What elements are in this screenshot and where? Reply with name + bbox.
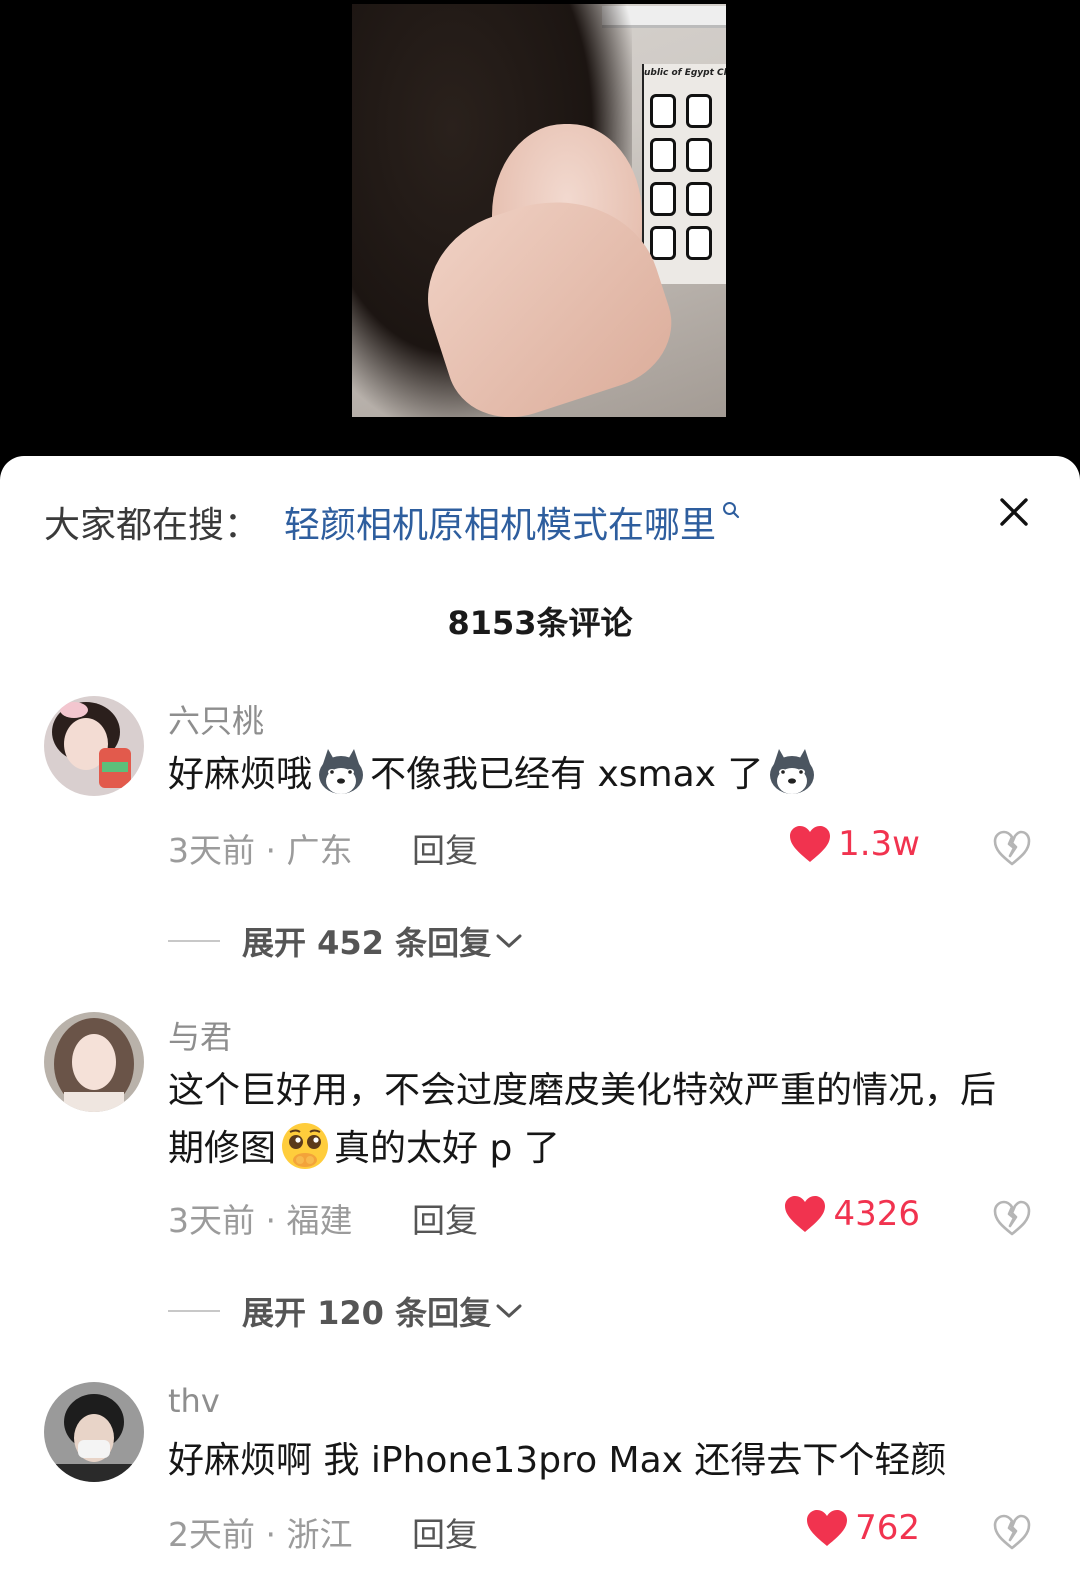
comment-username[interactable]: thv bbox=[168, 1382, 220, 1420]
chevron-down-icon bbox=[496, 1304, 522, 1318]
like-count: 1.3w bbox=[838, 824, 920, 864]
expand-divider bbox=[168, 1310, 220, 1312]
close-icon[interactable] bbox=[996, 494, 1032, 530]
husky-emoji-icon bbox=[319, 749, 364, 794]
heart-filled-icon bbox=[807, 1510, 848, 1546]
video-player[interactable]: ublic of Egypt Cha bbox=[0, 0, 1080, 462]
reply-button[interactable]: 回复 bbox=[412, 1194, 478, 1242]
avatar[interactable] bbox=[44, 696, 144, 796]
expand-replies-button[interactable]: 展开 120 条回复 bbox=[168, 1288, 523, 1334]
trending-search-query[interactable]: 轻颜相机原相机模式在哪里 bbox=[284, 496, 716, 548]
trending-search-label: 大家都在搜： bbox=[44, 505, 261, 546]
comment-meta: 3天前 · 广东 bbox=[168, 831, 353, 870]
avatar[interactable] bbox=[44, 1012, 144, 1112]
comment-text: 好麻烦啊 我 iPhone13pro Max 还得去下个轻颜 bbox=[168, 1440, 947, 1481]
like-button[interactable]: 4326 bbox=[783, 1194, 920, 1234]
broken-heart-icon[interactable] bbox=[992, 828, 1032, 868]
pleading-face-emoji-icon bbox=[282, 1123, 329, 1169]
reply-button[interactable]: 回复 bbox=[412, 1508, 478, 1556]
husky-emoji-icon bbox=[770, 749, 815, 794]
expand-replies-label: 展开 452 条回复 bbox=[242, 924, 492, 962]
expand-replies-label: 展开 120 条回复 bbox=[242, 1294, 492, 1332]
comment-text: 这个巨好用，不会过度磨皮美化特效严重的情况，后期修图 真的太好 p 了 bbox=[168, 1062, 1008, 1178]
comment-text: 好麻烦哦 不像我已经有 xsmax 了 bbox=[168, 746, 1008, 804]
reply-button[interactable]: 回复 bbox=[412, 824, 478, 872]
comment-sheet: 大家都在搜： 轻颜相机原相机模式在哪里 8153条评论 六只桃 好麻烦哦 不像我… bbox=[0, 456, 1080, 1588]
expand-replies-button[interactable]: 展开 452 条回复 bbox=[168, 918, 523, 964]
avatar[interactable] bbox=[44, 1382, 144, 1482]
like-button[interactable]: 762 bbox=[805, 1508, 920, 1548]
heart-filled-icon bbox=[790, 826, 831, 862]
trending-search-bar[interactable]: 大家都在搜： 轻颜相机原相机模式在哪里 bbox=[44, 496, 740, 548]
poster-caption: ublic of Egypt Cha bbox=[644, 68, 726, 78]
comment-username[interactable]: 与君 bbox=[168, 1012, 232, 1058]
comment-meta: 3天前 · 福建 bbox=[168, 1201, 353, 1240]
comment-count-title: 8153条评论 bbox=[447, 604, 633, 642]
like-count: 4326 bbox=[833, 1194, 920, 1234]
chevron-down-icon bbox=[496, 934, 522, 948]
wall-poster-graphic: ublic of Egypt Cha bbox=[642, 64, 726, 284]
heart-filled-icon bbox=[785, 1196, 826, 1232]
broken-heart-icon[interactable] bbox=[992, 1512, 1032, 1552]
like-count: 762 bbox=[855, 1508, 920, 1548]
search-icon[interactable] bbox=[722, 501, 740, 519]
video-thumbnail[interactable]: ublic of Egypt Cha bbox=[352, 4, 726, 417]
broken-heart-icon[interactable] bbox=[992, 1198, 1032, 1238]
comment-username[interactable]: 六只桃 bbox=[168, 696, 264, 742]
like-button[interactable]: 1.3w bbox=[788, 824, 920, 864]
comment-meta: 2天前 · 浙江 bbox=[168, 1515, 353, 1554]
expand-divider bbox=[168, 940, 220, 942]
